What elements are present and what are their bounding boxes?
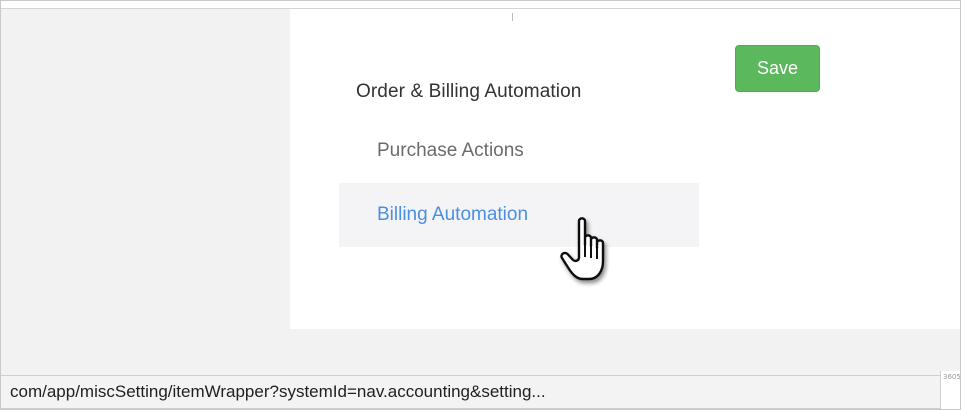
status-bar-corner: 3605 (940, 371, 961, 409)
settings-nav-list: Purchase Actions Billing Automation (339, 119, 699, 247)
settings-panel: Order & Billing Automation Purchase Acti… (290, 9, 960, 329)
section-heading: Order & Billing Automation (356, 81, 582, 102)
panel-tick-mark (512, 13, 513, 21)
status-corner-text: 3605 (943, 373, 961, 381)
status-url-text: com/app/miscSetting/itemWrapper?systemId… (1, 375, 941, 409)
browser-status-bar: com/app/miscSetting/itemWrapper?systemId… (1, 371, 961, 409)
top-divider (1, 1, 960, 9)
nav-item-purchase-actions[interactable]: Purchase Actions (339, 119, 699, 183)
save-button[interactable]: Save (735, 45, 820, 92)
app-window: Order & Billing Automation Purchase Acti… (0, 0, 961, 410)
nav-item-billing-automation[interactable]: Billing Automation (339, 183, 699, 247)
